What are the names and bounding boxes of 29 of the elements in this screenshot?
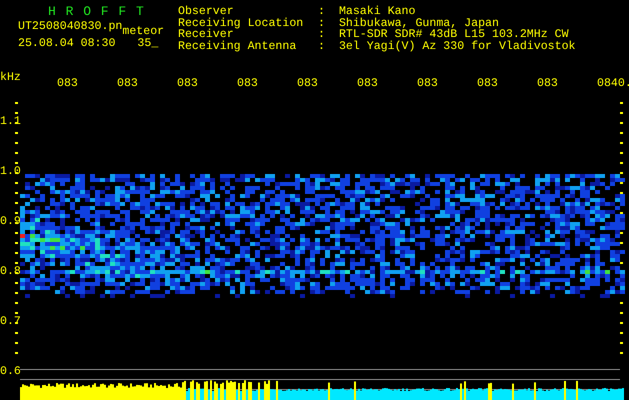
info-value: Masaki Kano bbox=[338, 5, 416, 18]
info-label: Observer bbox=[178, 6, 234, 18]
date-time: 25.08.04 08:30 bbox=[18, 38, 116, 50]
info-label: Receiving Location bbox=[178, 18, 304, 30]
count-value: 35_ bbox=[137, 38, 158, 50]
info-label: Receiving Antenna bbox=[178, 40, 298, 52]
time-label: 0840. bbox=[597, 78, 629, 90]
info-separator: : bbox=[318, 40, 326, 52]
info-value: Shibukawa, Gunma, Japan bbox=[338, 16, 499, 30]
info-value: 3el Yagi(V) Az 330 for Vladivostok bbox=[338, 40, 576, 53]
time-label: 083 bbox=[237, 78, 258, 90]
frequency-label: 0.6 bbox=[0, 366, 21, 378]
time-label: 083 bbox=[477, 78, 498, 90]
info-separator: : bbox=[318, 6, 326, 18]
mode-label: meteor bbox=[122, 26, 164, 38]
time-label: 083 bbox=[177, 78, 198, 90]
time-label: 083 bbox=[357, 78, 378, 90]
info-label: Receiver bbox=[178, 29, 234, 41]
time-label: 083 bbox=[57, 78, 78, 90]
axis-unit: kHz bbox=[0, 72, 21, 84]
info-separator: : bbox=[318, 29, 326, 41]
time-label: 083 bbox=[297, 78, 318, 90]
time-label: 083 bbox=[417, 78, 438, 90]
info-separator: : bbox=[318, 18, 326, 30]
time-label: 083 bbox=[537, 78, 558, 90]
program-title: H R O F F T bbox=[47, 6, 146, 18]
info-value: RTL-SDR SDR# 43dB L15 103.2MHz CW bbox=[338, 28, 569, 42]
file-name: UT2508040830.pn bbox=[18, 20, 122, 32]
time-label: 083 bbox=[117, 78, 138, 90]
